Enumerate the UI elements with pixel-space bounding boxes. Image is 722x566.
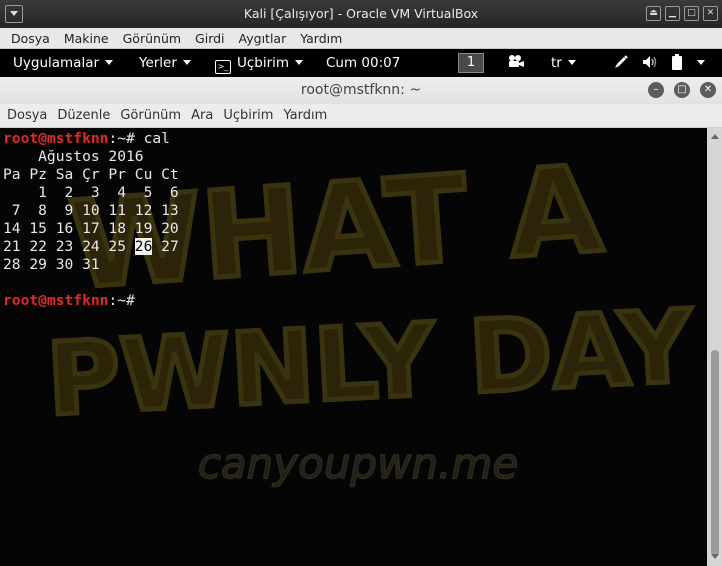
vbox-menu-help[interactable]: Yardım [293, 31, 349, 46]
cal-row-today: 21 22 23 24 25 26 27 [3, 238, 179, 256]
terminal-titlebar: root@mstfknn: ~ – □ ✕ [0, 77, 722, 104]
term-menu-file[interactable]: Dosya [2, 108, 52, 123]
wallpaper-site: canyoupwn.me [198, 439, 518, 488]
system-menu[interactable] [691, 55, 705, 71]
cal-row: 28 29 30 31 [3, 256, 100, 273]
minimize-icon[interactable]: – [648, 82, 664, 98]
terminal-text: root@mstfknn:~# cal Ağustos 2016 Pa Pz Sa… [3, 130, 179, 310]
chevron-down-icon [697, 60, 705, 65]
clock[interactable]: Cum 00:07 [326, 55, 400, 71]
camera-icon[interactable] [507, 54, 525, 72]
term-menu-edit[interactable]: Düzenle [52, 108, 115, 123]
terminal-window-title: root@mstfknn: ~ [300, 82, 422, 98]
pen-icon[interactable] [613, 54, 629, 74]
gnome-top-panel: Uygulamalar Yerler >_ Uçbirim Cum 00:07 1… [0, 49, 722, 77]
cal-row-today-before: 21 22 23 24 25 [3, 238, 135, 255]
vbox-window-title: Kali [Çalışıyor] - Oracle VM VirtualBox [243, 6, 479, 21]
workspace-indicator[interactable]: 1 [458, 53, 484, 73]
cal-header: Ağustos 2016 [3, 148, 144, 165]
cal-today-highlight: 26 [134, 238, 153, 255]
terminal-menubar: Dosya Düzenle Görünüm Ara Uçbirim Yardım [0, 104, 722, 128]
minimize-icon[interactable]: ▁ [665, 6, 680, 21]
scroll-up-icon[interactable] [711, 134, 719, 139]
vbox-menu-machine[interactable]: Makine [57, 31, 116, 46]
chevron-down-icon [182, 60, 191, 65]
cal-row-today-after: 27 [152, 238, 179, 255]
vbox-menu-file[interactable]: Dosya [4, 31, 57, 46]
prompt-suffix: :~# [108, 292, 144, 309]
vbox-menubar: Dosya Makine Görünüm Girdi Aygıtlar Yard… [0, 28, 722, 49]
terminal-output[interactable]: WHAT A PWNLY DAY canyoupwn.me root@mstfk… [0, 128, 707, 566]
terminal-icon: >_ [215, 60, 231, 74]
vbox-titlebar: Kali [Çalışıyor] - Oracle VM VirtualBox … [0, 0, 722, 28]
volume-icon[interactable] [641, 54, 659, 74]
applications-menu[interactable]: Uygulamalar [13, 55, 114, 71]
keyboard-layout-menu[interactable]: tr [551, 55, 576, 71]
scrollbar-thumb[interactable] [711, 350, 719, 556]
term-menu-search[interactable]: Ara [186, 108, 218, 123]
prompt-user: root@mstfknn [3, 292, 109, 309]
close-icon[interactable]: ✕ [700, 82, 716, 98]
terminal-scrollbar[interactable] [707, 128, 722, 566]
command-text: cal [143, 130, 170, 147]
shade-icon[interactable]: ⏏ [646, 6, 661, 21]
battery-icon[interactable] [671, 54, 683, 74]
close-icon[interactable]: ✕ [703, 6, 718, 21]
cal-row: 14 15 16 17 18 19 20 [3, 220, 179, 237]
chevron-down-icon [295, 60, 304, 65]
chevron-down-icon [105, 60, 114, 65]
maximize-icon[interactable]: □ [674, 82, 690, 98]
places-label: Yerler [139, 55, 177, 71]
prompt-user: root@mstfknn [3, 130, 109, 147]
term-menu-view[interactable]: Görünüm [115, 108, 186, 123]
cal-row: 1 2 3 4 5 6 [3, 184, 179, 201]
applications-label: Uygulamalar [13, 55, 100, 71]
maximize-icon[interactable]: □ [684, 6, 699, 21]
prompt-suffix: :~# [108, 130, 144, 147]
keyboard-layout-label: tr [551, 55, 562, 71]
places-menu[interactable]: Yerler [139, 55, 191, 71]
vbox-menu-devices[interactable]: Aygıtlar [232, 31, 294, 46]
cal-row: 7 8 9 10 11 12 13 [3, 202, 179, 219]
vbox-menu-view[interactable]: Görünüm [116, 31, 188, 46]
chevron-down-icon [567, 60, 576, 65]
term-menu-terminal[interactable]: Uçbirim [218, 108, 278, 123]
terminal-app-label: Uçbirim [237, 55, 290, 71]
cal-weekdays: Pa Pz Sa Çr Pr Cu Ct [3, 166, 179, 183]
scroll-down-icon[interactable] [711, 554, 719, 559]
term-menu-help[interactable]: Yardım [278, 108, 332, 123]
vbox-menu-input[interactable]: Girdi [188, 31, 232, 46]
terminal-app-menu[interactable]: >_ Uçbirim [215, 55, 304, 74]
